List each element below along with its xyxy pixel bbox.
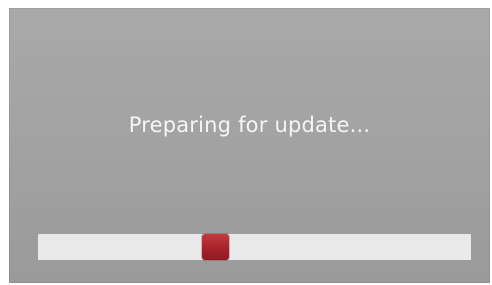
update-screen: Preparing for update... xyxy=(9,8,490,283)
update-status-text: Preparing for update... xyxy=(128,113,371,137)
progress-indicator-thumb xyxy=(202,234,229,260)
update-progress-bar xyxy=(38,234,471,260)
device-frame: Preparing for update... xyxy=(0,0,492,285)
